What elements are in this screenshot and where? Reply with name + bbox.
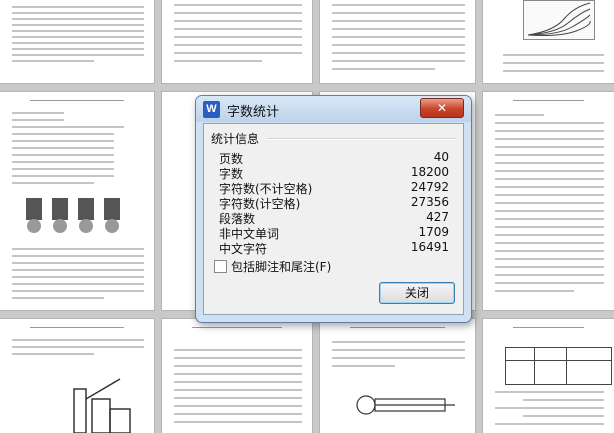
document-page[interactable] xyxy=(483,0,614,83)
document-page[interactable] xyxy=(483,92,614,310)
stat-value: 18200 xyxy=(410,165,449,179)
document-page[interactable] xyxy=(320,319,475,433)
close-icon: ✕ xyxy=(436,101,448,115)
stat-value: 24792 xyxy=(410,180,449,194)
include-footnotes-label[interactable]: 包括脚注和尾注(F) xyxy=(231,258,331,275)
dialog-title: 字数统计 xyxy=(227,105,280,120)
dialog-titlebar[interactable]: W 字数统计 ✕ xyxy=(196,96,471,122)
document-page[interactable] xyxy=(320,0,475,83)
stat-row-pages: 页数 40 xyxy=(219,150,449,166)
word-count-dialog: W 字数统计 ✕ 统计信息 页数 40 字数 18200 字符数(不计空格) 2… xyxy=(195,95,472,323)
document-page[interactable] xyxy=(0,92,154,310)
group-divider xyxy=(267,138,456,140)
document-page[interactable] xyxy=(162,319,312,433)
shaft-diagram-thumbnail xyxy=(350,385,460,425)
stat-value: 27356 xyxy=(410,195,449,209)
engine-diagram-thumbnail xyxy=(24,194,124,236)
stat-row-chinese-characters: 中文字符 16491 xyxy=(219,240,449,256)
stat-row-paragraphs: 段落数 427 xyxy=(219,210,449,226)
stat-value: 427 xyxy=(426,210,449,224)
stat-row-characters-no-spaces: 字符数(不计空格) 24792 xyxy=(219,180,449,196)
document-page[interactable] xyxy=(162,0,312,83)
stat-value: 1709 xyxy=(418,225,449,239)
stat-row-characters-with-spaces: 字符数(计空格) 27356 xyxy=(219,195,449,211)
stat-value: 16491 xyxy=(410,240,449,254)
wps-writer-icon: W xyxy=(203,101,220,118)
include-footnotes-checkbox[interactable] xyxy=(214,260,227,273)
table-thumbnail xyxy=(505,347,612,385)
document-page[interactable] xyxy=(483,319,614,433)
stat-label: 中文字符 xyxy=(219,242,268,256)
close-window-button[interactable]: ✕ xyxy=(420,98,464,118)
dialog-body: 统计信息 页数 40 字数 18200 字符数(不计空格) 24792 字符数(… xyxy=(203,123,464,315)
line-chart-thumbnail xyxy=(527,2,591,36)
stat-value: 40 xyxy=(433,150,449,164)
chart-figure-thumbnail xyxy=(523,0,595,40)
machine-diagram-thumbnail xyxy=(60,369,140,433)
stat-row-words: 字数 18200 xyxy=(219,165,449,181)
document-page[interactable] xyxy=(0,319,154,433)
stat-row-non-chinese-words: 非中文单词 1709 xyxy=(219,225,449,241)
document-page[interactable] xyxy=(0,0,154,83)
close-button[interactable]: 关闭 xyxy=(379,282,455,304)
statistics-group-label: 统计信息 xyxy=(211,132,260,146)
